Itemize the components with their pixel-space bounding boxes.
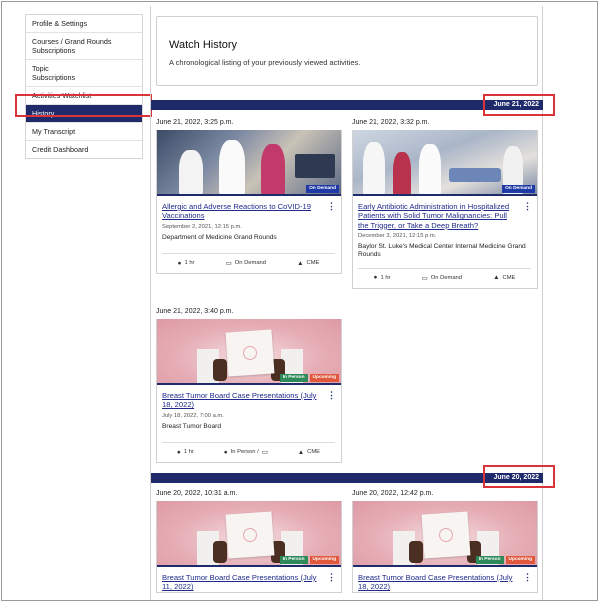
sidebar-item-topic-subscriptions[interactable]: Topic Subscriptions: [26, 60, 142, 87]
on-demand-badge: On Demand: [306, 185, 339, 193]
activity-title-link[interactable]: Breast Tumor Board Case Presentations (J…: [162, 573, 335, 592]
activity-department: Breast Tumor Board: [162, 422, 222, 430]
date-divider: June 21, 2022: [151, 100, 543, 110]
graduation-cap-icon: ▲: [297, 448, 305, 456]
activity-thumbnail[interactable]: In Person Upcoming: [157, 319, 341, 385]
activity-thumbnail[interactable]: In Person Upcoming: [353, 501, 537, 567]
activity-title-link[interactable]: Breast Tumor Board Case Presentations (J…: [358, 573, 531, 592]
card-box: In Person Upcoming Breast Tumor Board Ca…: [352, 501, 538, 593]
viewed-timestamp: June 20, 2022, 12:42 p.m.: [352, 490, 434, 497]
clock-icon: ●: [176, 448, 181, 456]
activity-title-link[interactable]: Breast Tumor Board Case Presentations (J…: [162, 391, 335, 410]
watch-history-header: Watch History A chronological listing of…: [156, 16, 538, 86]
duration-text: 1 hr: [184, 260, 195, 267]
sidebar-item-activities-watchlist[interactable]: Activities Watchlist: [26, 87, 142, 105]
activity-title-link[interactable]: Early Antibiotic Administration in Hospi…: [358, 202, 531, 230]
credit-text: CME: [306, 260, 320, 267]
activity-title-link[interactable]: Allergic and Adverse Reactions to CoVID-…: [162, 202, 335, 221]
page-frame: Profile & Settings Courses / Grand Round…: [1, 1, 598, 601]
viewed-timestamp: June 21, 2022, 3:25 p.m.: [156, 119, 234, 126]
in-person-badge: In Person: [475, 556, 504, 564]
activity-thumbnail[interactable]: In Person Upcoming: [157, 501, 341, 567]
format-text: On Demand: [430, 274, 462, 281]
activity-department: Baylor St. Luke's Medical Center Interna…: [358, 242, 526, 259]
card-box: On Demand Early Antibiotic Administratio…: [352, 130, 538, 289]
date-divider-label: June 21, 2022: [493, 101, 539, 108]
activity-date: July 18, 2022, 7:00 a.m.: [162, 412, 224, 419]
viewed-timestamp: June 20, 2022, 10:31 a.m.: [156, 490, 238, 497]
upcoming-badge: Upcoming: [309, 556, 339, 564]
activity-meta: ● 1 hr ▭ On Demand ▲ CME: [162, 253, 335, 273]
sidebar-item-my-transcript[interactable]: My Transcript: [26, 123, 142, 141]
card-box: On Demand Allergic and Adverse Reactions…: [156, 130, 342, 275]
viewed-timestamp: June 21, 2022, 3:32 p.m.: [352, 119, 430, 126]
clock-icon: ●: [177, 259, 182, 267]
upcoming-badge: Upcoming: [309, 374, 339, 382]
clock-icon: ●: [373, 274, 378, 282]
activity-card: June 21, 2022, 3:40 p.m. In Person Upcom…: [156, 308, 342, 464]
credit-text: CME: [502, 274, 516, 281]
sidebar-item-history[interactable]: History: [26, 105, 142, 123]
graduation-cap-icon: ▲: [297, 259, 304, 267]
duration-text: 1 hr: [183, 449, 194, 456]
format-text: On Demand: [234, 260, 266, 267]
account-sidebar: Profile & Settings Courses / Grand Round…: [25, 14, 143, 159]
duration-text: 1 hr: [380, 274, 391, 281]
on-demand-badge: On Demand: [502, 185, 535, 193]
kebab-menu-icon[interactable]: ⋮: [327, 573, 336, 582]
format-text: In Person /: [230, 449, 259, 456]
person-icon: ●: [223, 448, 228, 456]
in-person-badge: In Person: [279, 556, 308, 564]
kebab-menu-icon[interactable]: ⋮: [523, 573, 532, 582]
activity-card: June 21, 2022, 3:32 p.m. On Demand Early…: [352, 119, 538, 289]
page-title: Watch History: [169, 39, 238, 51]
activity-thumbnail[interactable]: On Demand: [157, 130, 341, 196]
sidebar-item-credit-dashboard[interactable]: Credit Dashboard: [26, 141, 142, 158]
monitor-icon: ▭: [225, 260, 232, 268]
kebab-menu-icon[interactable]: ⋮: [327, 391, 336, 400]
activity-meta: ● 1 hr ▭ On Demand ▲ CME: [358, 267, 531, 288]
activity-thumbnail[interactable]: On Demand: [353, 130, 537, 196]
graduation-cap-icon: ▲: [493, 274, 500, 282]
upcoming-badge: Upcoming: [505, 556, 535, 564]
kebab-menu-icon[interactable]: ⋮: [327, 202, 336, 211]
activity-date: September 2, 2021, 12:15 p.m.: [162, 223, 242, 230]
credit-text: CME: [307, 449, 321, 456]
activity-date: December 3, 2021, 12:15 p.m.: [358, 232, 437, 239]
kebab-menu-icon[interactable]: ⋮: [523, 202, 532, 211]
activity-card: June 20, 2022, 10:31 a.m. In Person Upco…: [156, 490, 342, 593]
monitor-icon: ▭: [261, 449, 268, 457]
in-person-badge: In Person: [279, 374, 308, 382]
sidebar-item-courses-subscriptions[interactable]: Courses / Grand Rounds Subscriptions: [26, 33, 142, 60]
card-box: In Person Upcoming Breast Tumor Board Ca…: [156, 319, 342, 464]
date-divider-label: June 20, 2022: [493, 474, 539, 481]
date-divider: June 20, 2022: [151, 473, 543, 483]
activity-card: June 21, 2022, 3:25 p.m. On Demand Aller…: [156, 119, 342, 275]
viewed-timestamp: June 21, 2022, 3:40 p.m.: [156, 308, 234, 315]
activity-card: June 20, 2022, 12:42 p.m. In Person Upco…: [352, 490, 538, 593]
sidebar-item-profile-settings[interactable]: Profile & Settings: [26, 15, 142, 33]
page-subtitle: A chronological listing of your previous…: [169, 58, 361, 67]
activity-meta: ● 1 hr ● In Person / ▭ ▲ CME: [162, 442, 335, 462]
monitor-icon: ▭: [421, 274, 428, 282]
activity-department: Department of Medicine Grand Rounds: [162, 233, 277, 241]
card-box: In Person Upcoming Breast Tumor Board Ca…: [156, 501, 342, 593]
